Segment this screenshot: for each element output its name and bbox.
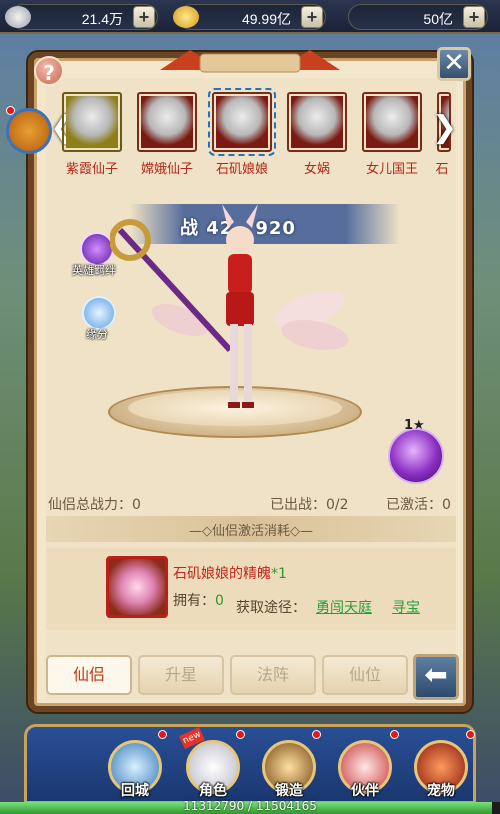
nav-return-city-label: 回城 xyxy=(121,783,149,799)
fairy-portrait xyxy=(66,96,118,148)
deployed-stat: 已出战：0/2 xyxy=(270,497,349,513)
tab-fairy[interactable]: 仙侣 xyxy=(46,655,132,695)
item-name: 石矶娘娘的精魄*1 xyxy=(173,563,287,583)
fairy-name-1: 嫦娥仙子 xyxy=(140,162,193,177)
fairy-portrait xyxy=(141,96,193,148)
fairy-character-illustration xyxy=(110,204,349,408)
item-name-text: 石矶娘娘的精魄 xyxy=(173,566,271,582)
fairy-name-0: 紫霞仙子 xyxy=(65,162,118,177)
nav-pet-label: 宠物 xyxy=(427,783,455,799)
tab-formation[interactable]: 法阵 xyxy=(230,655,316,695)
hero-bond-icon[interactable] xyxy=(80,232,114,266)
nav-character-label: 角色 xyxy=(199,783,227,799)
fairy-name-2: 石矶娘娘 xyxy=(215,162,268,177)
total-power-stat: 仙侣总战力：0 xyxy=(48,497,141,513)
experience-text: 11312790 / 11504165 xyxy=(183,799,317,813)
source-link-brave-heaven[interactable]: 勇闯天庭 xyxy=(316,597,372,617)
bottom-nav-bar xyxy=(24,724,476,804)
source-link-treasure-hunt[interactable]: 寻宝 xyxy=(392,597,420,617)
awaken-orb-icon[interactable] xyxy=(388,428,444,484)
fairy-card-1[interactable] xyxy=(137,92,197,152)
gold-coin-icon xyxy=(173,6,199,28)
fairy-card-4[interactable] xyxy=(362,92,422,152)
jade-value: 50亿 xyxy=(423,11,453,27)
nav-partner-label: 伙伴 xyxy=(351,783,379,799)
notification-dot xyxy=(236,730,245,739)
notification-dot xyxy=(466,730,475,739)
header-ornament xyxy=(160,50,340,73)
fairy-card-0[interactable] xyxy=(62,92,122,152)
owned-label: 拥有： xyxy=(173,593,215,609)
notification-dot xyxy=(158,730,167,739)
fairy-name-4: 女儿国王 xyxy=(365,162,418,177)
gold-value: 49.99亿 xyxy=(241,11,291,27)
source-label: 获取途径： xyxy=(236,600,306,616)
cost-section-title: —◇仙侣激活消耗◇— xyxy=(188,524,313,539)
fairy-essence-item-icon[interactable] xyxy=(106,556,168,618)
fairy-portrait xyxy=(291,96,343,148)
item-quantity: *1 xyxy=(271,566,287,582)
fate-label: 缘分 xyxy=(86,328,108,341)
nav-forge-label: 锻造 xyxy=(275,783,303,799)
orb-star-level: 1★ xyxy=(404,418,425,433)
silver-icon xyxy=(5,6,31,28)
fairy-portrait xyxy=(366,96,418,148)
resource-gold: 49.99亿 + xyxy=(173,4,326,30)
notification-dot xyxy=(6,106,15,115)
silver-value: 21.4万 xyxy=(81,11,123,27)
add-silver-button[interactable]: + xyxy=(133,6,155,28)
help-button[interactable]: ? xyxy=(34,56,64,86)
fairy-portrait xyxy=(216,96,268,148)
owned-value: 0 xyxy=(215,593,224,609)
cost-title-text: 仙侣激活消耗 xyxy=(211,524,290,539)
tab-fairy-rank[interactable]: 仙位 xyxy=(322,655,408,695)
tab-star-up[interactable]: 升星 xyxy=(138,655,224,695)
fairy-card-2-selected[interactable] xyxy=(208,88,276,156)
notification-dot xyxy=(312,730,321,739)
add-gold-button[interactable]: + xyxy=(301,6,323,28)
activated-stat: 已激活：0 xyxy=(386,497,451,513)
fairy-card-3[interactable] xyxy=(287,92,347,152)
add-jade-button[interactable]: + xyxy=(463,6,485,28)
fairy-name-5: 石 xyxy=(435,162,449,177)
resource-jade: 50亿 + xyxy=(348,4,488,30)
item-owned: 拥有：0 xyxy=(173,590,224,610)
close-button[interactable]: ✕ xyxy=(437,47,471,81)
next-fairy-arrow-icon[interactable]: ❯ xyxy=(432,108,457,148)
back-arrow-button[interactable]: ⬅ xyxy=(413,654,459,700)
side-avatar-button[interactable] xyxy=(6,108,52,154)
resource-silver: 21.4万 + xyxy=(5,4,158,30)
notification-dot xyxy=(390,730,399,739)
fairy-name-3: 女娲 xyxy=(303,162,330,177)
